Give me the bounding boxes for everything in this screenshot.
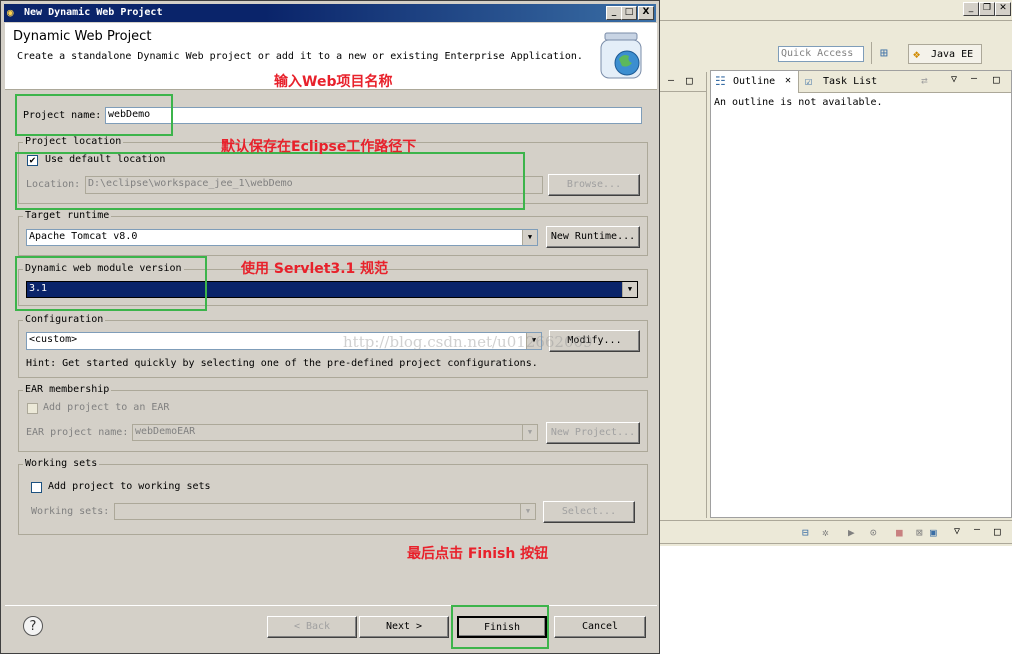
view-menu-icon[interactable]: ▽ <box>954 526 960 537</box>
task-list-tab-label: Task List <box>823 76 878 87</box>
close-icon: X <box>642 7 650 17</box>
perspective-label: Java EE <box>931 49 974 60</box>
highlight-box-finish <box>451 605 549 649</box>
minimize-view-icon[interactable]: — <box>974 524 980 535</box>
add-to-ear-checkbox[interactable] <box>27 403 38 414</box>
next-button[interactable]: Next > <box>359 616 449 638</box>
chevron-down-icon[interactable]: ▼ <box>520 504 535 519</box>
sync-icon[interactable]: ⇄ <box>921 74 928 87</box>
toolbar-divider <box>660 20 1012 21</box>
quick-access-input[interactable]: Quick Access <box>778 46 864 62</box>
maximize-icon: □ <box>624 7 634 17</box>
target-runtime-value: Apache Tomcat v8.0 <box>29 231 138 242</box>
project-location-group-label: Project location <box>23 136 124 147</box>
dialog-title: New Dynamic Web Project <box>24 7 163 18</box>
ear-project-name-label: EAR project name: <box>26 427 129 438</box>
target-runtime-select[interactable]: Apache Tomcat v8.0 ▼ <box>26 229 538 246</box>
web-project-jar-icon <box>597 29 645 81</box>
dialog-titlebar[interactable]: ◉ New Dynamic Web Project _ □ X <box>4 4 656 22</box>
cancel-button[interactable]: Cancel <box>554 616 646 638</box>
collapse-icon[interactable]: ⊟ <box>802 526 809 539</box>
minimize-view-icon[interactable]: — <box>971 73 977 84</box>
outline-tabbar: ☷ Outline ✕ ☑ Task List ⇄ ▽ — □ <box>711 71 1011 93</box>
tab-task-list[interactable]: ☑ Task List <box>803 71 887 93</box>
working-sets-select[interactable]: ▼ <box>114 503 536 520</box>
chevron-down-icon[interactable]: ▼ <box>522 230 537 245</box>
view-menu-icon[interactable]: — <box>668 75 674 86</box>
view-menu-icon[interactable]: ▽ <box>951 74 957 85</box>
dialog-minimize-button[interactable]: _ <box>606 6 622 20</box>
panel-divider <box>706 72 707 518</box>
working-sets-label: Working sets: <box>31 506 110 517</box>
add-to-ear-label: Add project to an EAR <box>43 402 170 413</box>
annotation-location: 默认保存在Eclipse工作路径下 <box>221 139 417 155</box>
back-button[interactable]: < Back <box>267 616 357 638</box>
tab-outline[interactable]: ☷ Outline ✕ <box>711 71 799 93</box>
dialog-close-button[interactable]: X <box>638 6 654 20</box>
stop-icon[interactable]: ■ <box>896 526 903 539</box>
working-sets-group <box>18 464 648 535</box>
close-tab-icon[interactable]: ✕ <box>785 75 791 86</box>
configuration-value: <custom> <box>29 334 78 345</box>
ear-project-name-select[interactable]: webDemoEAR ▼ <box>132 424 538 441</box>
java-ee-perspective-button[interactable]: ❖ Java EE <box>908 44 982 64</box>
disconnect-icon[interactable]: ⊠ <box>916 526 923 539</box>
select-working-sets-button[interactable]: Select... <box>543 501 635 523</box>
browse-button[interactable]: Browse... <box>548 174 640 196</box>
highlight-box-version <box>15 256 207 311</box>
workbench-window-controls: _ ❐ ✕ <box>963 2 1011 16</box>
open-perspective-icon[interactable]: ⊞ <box>880 46 896 62</box>
run-icon[interactable]: ▶ <box>848 526 855 539</box>
new-project-dialog: ◉ New Dynamic Web Project _ □ X Dynamic … <box>0 0 660 654</box>
add-to-working-sets-checkbox[interactable] <box>31 482 42 493</box>
ear-project-name-value: webDemoEAR <box>135 426 196 437</box>
add-to-working-sets-label: Add project to working sets <box>48 481 211 492</box>
highlight-box-location <box>15 152 525 210</box>
display-icon[interactable]: ▣ <box>930 526 937 539</box>
header-description: Create a standalone Dynamic Web project … <box>17 51 583 62</box>
outline-tab-label: Outline <box>733 76 776 87</box>
maximize-view-icon[interactable]: □ <box>993 73 1000 86</box>
task-list-icon: ☑ <box>805 74 813 88</box>
eclipse-logo-icon: ◉ <box>7 6 14 19</box>
chevron-down-icon[interactable]: ▼ <box>622 282 637 297</box>
dialog-maximize-button[interactable]: □ <box>621 6 637 20</box>
watermark: http://blog.csdn.net/u012662009 <box>343 333 593 351</box>
left-panel-tabbar: — □ <box>660 72 706 92</box>
new-ear-project-button[interactable]: New Project... <box>546 422 640 444</box>
minimize-icon: _ <box>611 7 617 17</box>
bottom-panel-content <box>660 546 1012 660</box>
debug-icon[interactable]: ✲ <box>822 526 829 539</box>
configuration-hint: Hint: Get started quickly by selecting o… <box>26 358 538 369</box>
configuration-group-label: Configuration <box>23 314 106 325</box>
project-name-input[interactable]: webDemo <box>105 107 642 124</box>
ear-membership-group-label: EAR membership <box>23 384 112 395</box>
outline-panel: ☷ Outline ✕ ☑ Task List ⇄ ▽ — □ An outli… <box>710 70 1012 518</box>
working-sets-group-label: Working sets <box>23 458 100 469</box>
highlight-box-project-name <box>15 94 173 136</box>
profile-icon[interactable]: ⊙ <box>870 526 877 539</box>
annotation-version: 使用 Servlet3.1 规范 <box>241 261 389 277</box>
help-icon[interactable]: ? <box>23 616 43 636</box>
annotation-project-name: 输入Web项目名称 <box>274 74 393 90</box>
close-icon[interactable]: ✕ <box>995 2 1011 16</box>
minimize-icon[interactable]: _ <box>963 2 979 16</box>
target-runtime-group-label: Target runtime <box>23 210 112 221</box>
restore-icon[interactable]: ❐ <box>979 2 995 16</box>
button-bar-divider <box>5 605 657 606</box>
maximize-view-icon[interactable]: □ <box>686 74 693 87</box>
bottom-panel-toolbar: ⊟ ✲ ▶ ⊙ ■ ⊠ ▣ ▽ — □ <box>660 520 1012 544</box>
java-ee-icon: ❖ <box>913 47 921 61</box>
new-runtime-button[interactable]: New Runtime... <box>546 226 640 248</box>
header-title: Dynamic Web Project <box>13 29 152 44</box>
eclipse-workbench: _ ❐ ✕ Quick Access ⊞ ❖ Java EE — □ ☷ Out… <box>660 0 1012 660</box>
outline-message: An outline is not available. <box>714 97 883 108</box>
chevron-down-icon[interactable]: ▼ <box>522 425 537 440</box>
toolbar-separator <box>871 42 872 64</box>
outline-icon: ☷ <box>715 74 726 88</box>
maximize-view-icon[interactable]: □ <box>994 525 1001 538</box>
annotation-finish: 最后点击 Finish 按钮 <box>407 546 549 562</box>
